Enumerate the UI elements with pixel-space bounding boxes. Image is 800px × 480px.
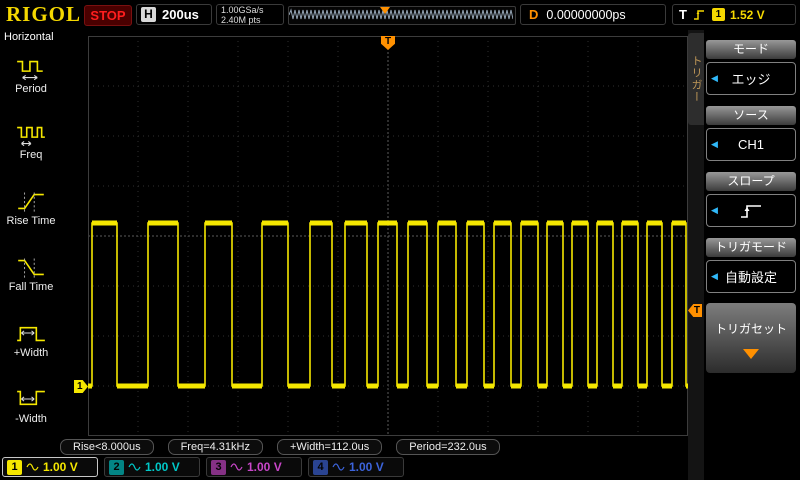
sidebar-item-freq[interactable]: Freq <box>0 122 62 161</box>
channel3-scale: 1.00 V <box>247 460 282 474</box>
channel2-scale: 1.00 V <box>145 460 180 474</box>
sidebar-item-label: +Width <box>13 347 49 359</box>
sidebar-item-label: Period <box>15 83 47 95</box>
chevron-left-icon: ◀ <box>711 271 718 281</box>
trigger-source-text: CH1 <box>737 137 764 152</box>
channel2-badge: 2 <box>109 459 124 475</box>
memory-depth: 2.40M pts <box>221 14 261 25</box>
channel4-scale: 1.00 V <box>349 460 384 474</box>
measurement-rise: Rise<8.000us <box>60 439 154 455</box>
sidebar-item-fall-time[interactable]: Fall Time <box>0 254 62 293</box>
sidebar-item-minus-width[interactable]: -Width <box>0 386 62 425</box>
trigger-source-header[interactable]: ソース <box>706 106 796 125</box>
delay-value: 0.00000000ps <box>546 7 626 22</box>
channel1-badge: 1 <box>7 459 22 475</box>
channel3-badge: 3 <box>211 459 226 475</box>
sidebar-item-period[interactable]: Period <box>0 56 62 95</box>
trigger-source-badge: 1 <box>711 8 725 21</box>
delay-box: D 0.00000000ps <box>520 4 666 25</box>
freq-icon <box>17 126 45 147</box>
waveform-display <box>88 36 688 436</box>
measurement-pwidth: +Width=112.0us <box>276 439 383 455</box>
trigger-label: T <box>679 7 687 22</box>
trigger-slope-value[interactable]: ◀ <box>706 194 796 227</box>
sidebar-item-plus-width[interactable]: +Width <box>0 320 62 359</box>
minus-width-icon <box>17 390 45 406</box>
sidebar-item-label: Fall Time <box>8 281 54 293</box>
channel4-status[interactable]: 4 1.00 V <box>308 457 404 477</box>
period-icon <box>17 60 43 81</box>
chevron-left-icon: ◀ <box>711 73 718 83</box>
chevron-left-icon: ◀ <box>711 205 718 215</box>
trigger-setup-label: トリガセット <box>714 322 787 336</box>
coupling-icon <box>128 463 141 471</box>
graticule <box>88 36 688 436</box>
trigger-sweep-header[interactable]: トリガモード <box>706 238 796 257</box>
trigger-sweep-value[interactable]: ◀ 自動設定 <box>706 260 796 293</box>
rising-slope-icon <box>741 204 761 218</box>
channel4-badge: 4 <box>313 459 328 475</box>
trigger-mode-value[interactable]: ◀ エッジ <box>706 62 796 95</box>
sidebar-item-label: Rise Time <box>6 215 56 227</box>
measurement-period: Period=232.0us <box>396 439 500 455</box>
acquisition-info-box: 1.00GSa/s 2.40M pts <box>216 4 284 25</box>
sidebar-item-label: -Width <box>15 413 47 425</box>
horizontal-scale-value: 200us <box>162 7 199 22</box>
sidebar-item-rise-time[interactable]: Rise Time <box>0 188 62 227</box>
coupling-icon <box>230 463 243 471</box>
trigger-source-value[interactable]: ◀ CH1 <box>706 128 796 161</box>
oscilloscope-screen: RIGOL STOP H 200us 1.00GSa/s 2.40M pts D… <box>0 0 800 480</box>
trigger-mode-header[interactable]: モード <box>706 40 796 59</box>
trigger-slope-header[interactable]: スロープ <box>706 172 796 191</box>
channel1-scale: 1.00 V <box>43 460 78 474</box>
rise-time-icon <box>18 192 44 212</box>
preview-trigger-marker <box>380 7 390 14</box>
channel1-status[interactable]: 1 1.00 V <box>2 457 98 477</box>
coupling-icon <box>332 463 345 471</box>
trigger-level-value: 1.52 V <box>729 7 765 22</box>
horizontal-label: H <box>141 7 156 22</box>
trigger-menu-tab[interactable]: トリガー <box>688 33 704 125</box>
channel1-ground-marker[interactable]: 1 <box>74 380 88 393</box>
chevron-left-icon: ◀ <box>711 139 718 149</box>
trigger-sweep-text: 自動設定 <box>724 270 777 285</box>
sidebar-item-label: Freq <box>19 149 43 161</box>
trigger-setup-button[interactable]: トリガセット <box>706 303 796 373</box>
coupling-icon <box>26 463 39 471</box>
channel-status-bar: 1 1.00 V 2 1.00 V 3 1.00 V 4 1.00 V <box>0 455 800 480</box>
menu-down-arrow-icon <box>743 349 759 359</box>
trigger-mode-text: エッジ <box>731 72 771 87</box>
run-stop-status[interactable]: STOP <box>84 5 132 26</box>
memory-position-strip[interactable] <box>288 6 516 25</box>
trigger-status-box: T 1 1.52 V <box>672 4 796 25</box>
measurement-bar: Rise<8.000us Freq=4.31kHz +Width=112.0us… <box>60 439 500 455</box>
memory-waveform-preview <box>289 8 513 20</box>
delay-label: D <box>529 7 539 22</box>
channel3-status[interactable]: 3 1.00 V <box>206 457 302 477</box>
plus-width-icon <box>17 326 45 342</box>
horizontal-scale-box: H 200us <box>136 4 212 25</box>
fall-time-icon <box>18 258 44 278</box>
channel2-status[interactable]: 2 1.00 V <box>104 457 200 477</box>
measurement-freq: Freq=4.31kHz <box>167 439 263 455</box>
left-menu-title: Horizontal <box>4 31 54 43</box>
rigol-logo: RIGOL <box>6 2 82 26</box>
rising-slope-icon <box>693 10 704 20</box>
